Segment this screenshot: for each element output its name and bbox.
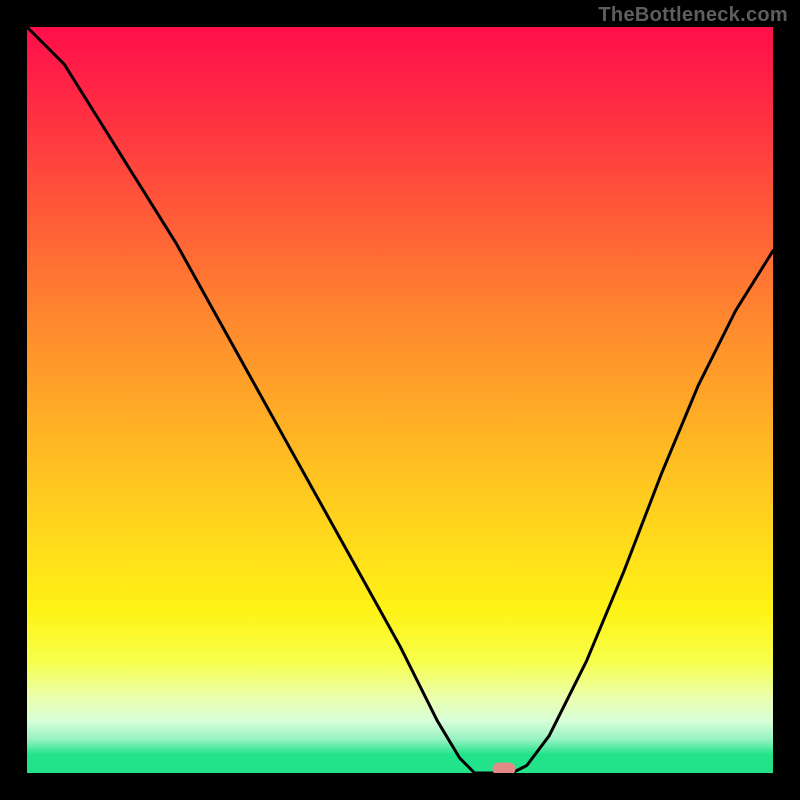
watermark-text: TheBottleneck.com [598,4,788,27]
bottleneck-curve [27,27,773,773]
optimal-marker [493,763,516,773]
plot-area [27,27,773,773]
chart-frame: TheBottleneck.com [0,0,800,800]
